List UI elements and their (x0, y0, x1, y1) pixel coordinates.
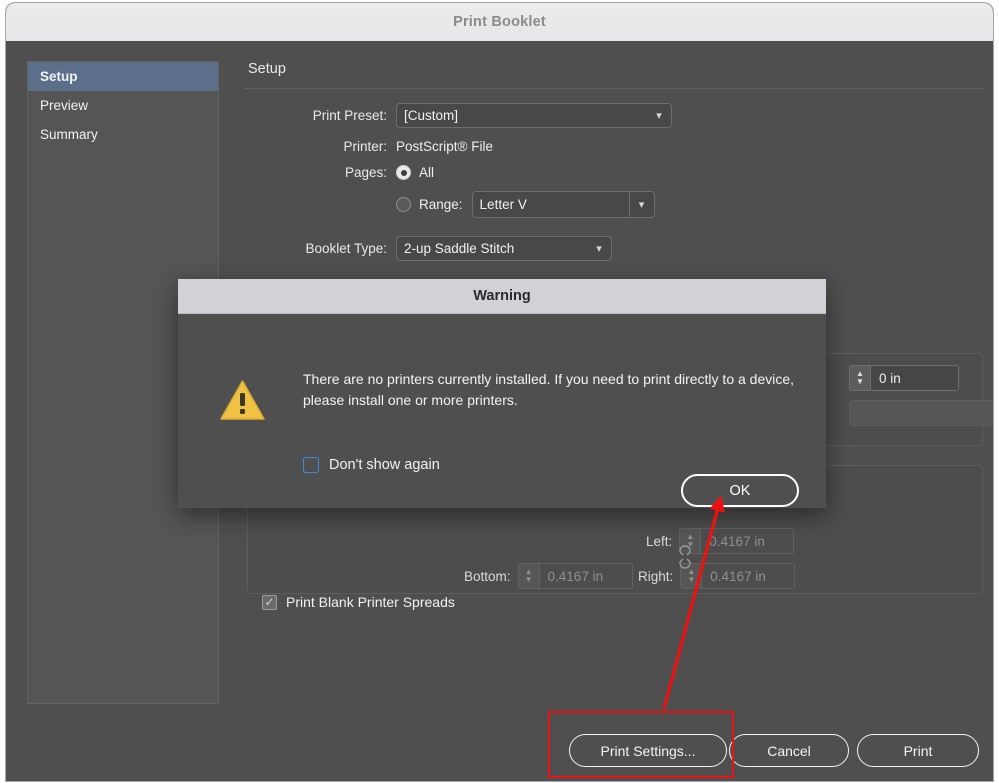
pages-range-row: Range: Letter V ▾ (242, 191, 981, 218)
sidebar-item-setup[interactable]: Setup (28, 62, 218, 91)
pages-all-label: All (419, 165, 435, 180)
margin-right-label: Right: (638, 568, 674, 584)
warning-triangle-icon (219, 379, 266, 427)
printer-value: PostScript® File (396, 139, 493, 154)
margin-bottom-label: Bottom: (464, 568, 511, 584)
dialog-titlebar: Warning (178, 279, 826, 314)
dont-show-again-checkbox[interactable] (303, 457, 319, 473)
dialog-message: There are no printers currently installe… (303, 371, 795, 408)
pages-range-value: Letter V (479, 197, 527, 212)
margin-right-value[interactable]: 0.4167 in (702, 563, 796, 589)
sidebar-item-label: Summary (40, 127, 98, 142)
sidebar-item-preview[interactable]: Preview (28, 91, 218, 120)
margin-bottom-value[interactable]: 0.4167 in (539, 563, 633, 589)
pages-range-label: Range: (419, 197, 463, 212)
window-title: Print Booklet (453, 14, 546, 30)
dialog-body: There are no printers currently installe… (178, 313, 826, 508)
margin-left-value[interactable]: 0.4167 in (701, 528, 795, 554)
printer-label: Printer: (343, 139, 387, 154)
print-preset-value: [Custom] (404, 108, 459, 123)
print-blank-spreads-label: Print Blank Printer Spreads (286, 594, 455, 610)
chevron-down-icon: ▾ (596, 243, 602, 255)
cancel-button[interactable]: Cancel (729, 734, 849, 767)
chevron-down-icon: ▾ (628, 192, 654, 217)
pages-label: Pages: (344, 165, 387, 180)
annotation-highlight-box (548, 711, 734, 778)
sidebar-item-label: Setup (40, 69, 78, 84)
print-preset-row: Print Preset: [Custom] ▾ (242, 103, 981, 128)
print-preset-label: Print Preset: (312, 108, 387, 123)
ok-button[interactable]: OK (681, 474, 799, 507)
booklet-type-row: Booklet Type: 2-up Saddle Stitch ▾ (242, 236, 981, 261)
booklet-type-label: Booklet Type: (305, 241, 387, 256)
pages-all-radio[interactable] (396, 165, 411, 180)
spacing-value[interactable]: 0 in (871, 365, 959, 391)
pane-divider (244, 88, 986, 89)
booklet-type-select[interactable]: 2-up Saddle Stitch ▾ (396, 236, 612, 261)
dialog-title: Warning (473, 288, 531, 304)
stepper-arrows-icon[interactable]: ▲ ▼ (849, 365, 871, 391)
chevron-down-icon: ▾ (656, 110, 662, 122)
pages-range-radio[interactable] (396, 197, 411, 212)
booklet-type-value: 2-up Saddle Stitch (404, 241, 515, 256)
print-blank-spreads-row[interactable]: ✓ Print Blank Printer Spreads (262, 594, 455, 610)
window-titlebar: Print Booklet (6, 3, 993, 42)
sidebar-item-label: Preview (40, 98, 89, 113)
margin-bottom-field: Bottom: ▲ ▼ 0.4167 in (464, 563, 633, 589)
margin-left-label: Left: (646, 533, 673, 549)
sidebar-item-summary[interactable]: Summary (28, 120, 218, 149)
spacing-unit-select[interactable]: ▾ (849, 400, 993, 426)
pane-title: Setup (248, 61, 286, 77)
spacing-stepper[interactable]: ▲ ▼ 0 in (849, 365, 959, 391)
dont-show-again-row[interactable]: Don't show again (303, 457, 440, 473)
warning-dialog: Warning There are no printers currently … (178, 279, 826, 508)
dont-show-again-label: Don't show again (329, 457, 440, 473)
print-preset-select[interactable]: [Custom] ▾ (396, 103, 672, 128)
pages-range-select[interactable]: Letter V ▾ (471, 191, 655, 218)
print-button[interactable]: Print (857, 734, 979, 767)
broken-chain-icon[interactable] (676, 544, 694, 575)
pages-all-row: Pages: All (242, 165, 981, 180)
print-blank-spreads-checkbox[interactable]: ✓ (262, 594, 277, 610)
margin-left-field: Left: ▲ ▼ 0.4167 in (646, 528, 795, 554)
margin-right-field: Right: ▲ ▼ 0.4167 in (638, 563, 796, 589)
printer-row: Printer: PostScript® File (242, 139, 981, 154)
stepper-arrows-icon[interactable]: ▲ ▼ (517, 563, 540, 589)
